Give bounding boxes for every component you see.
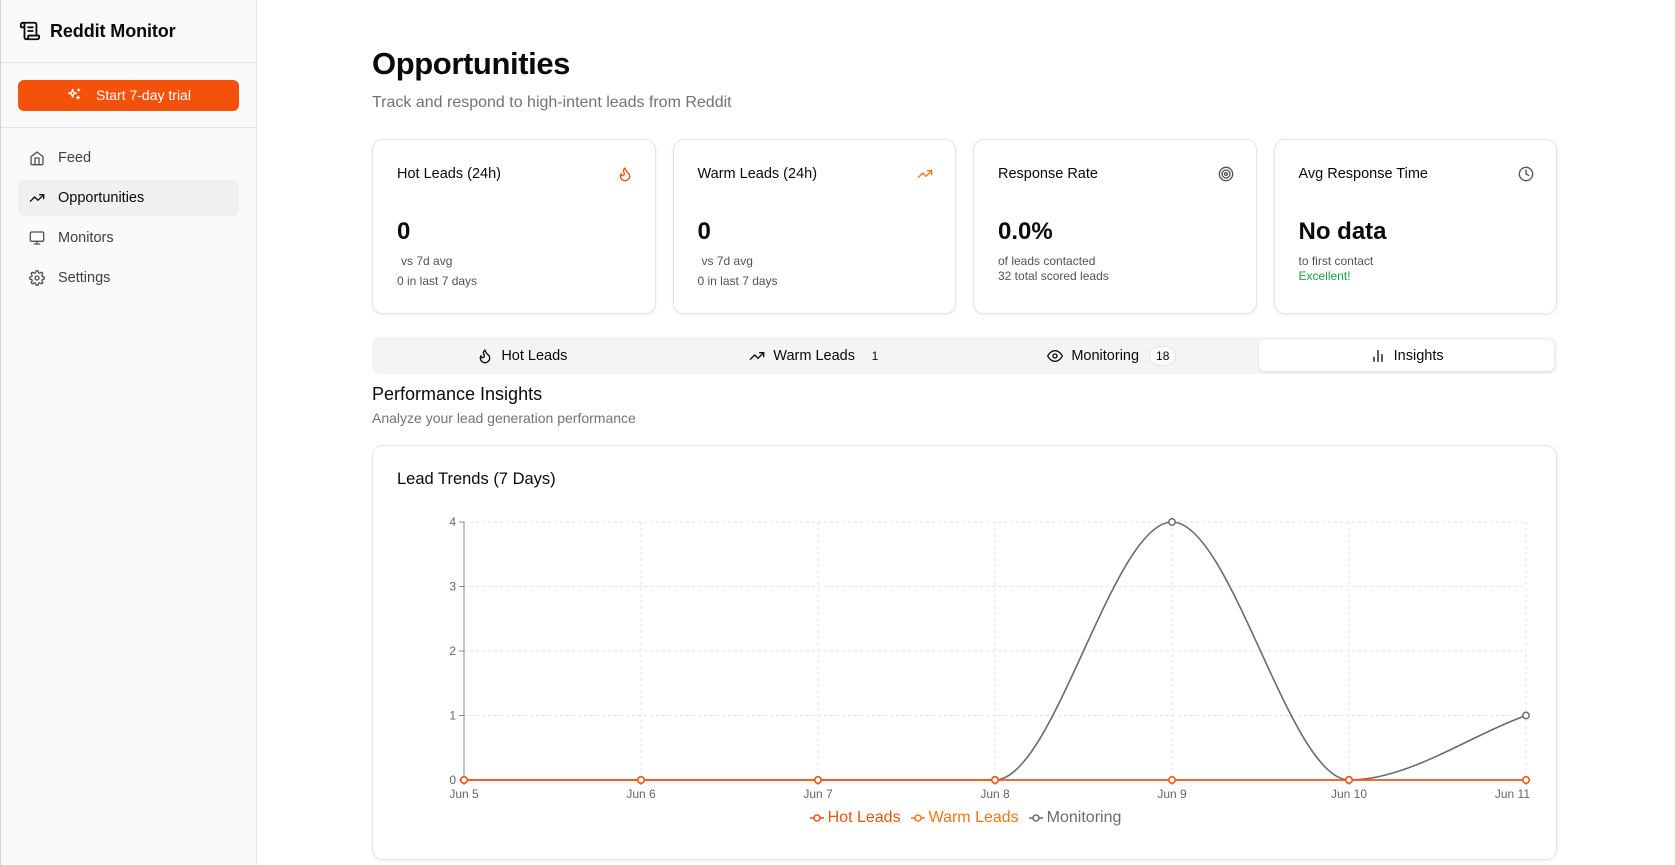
card-value: 0.0%	[998, 218, 1053, 245]
hot-leads-point	[814, 776, 822, 784]
stat-cards: Hot Leads (24h) 0 vs 7d avg 0 in last 7 …	[372, 139, 1557, 314]
lead-trends-chart-card: Lead Trends (7 Days) 0 1 2 3 4 Jun 5 Jun 6 Jun …	[372, 445, 1557, 860]
gear-icon	[29, 270, 45, 286]
x-tick-label: Jun 10	[1331, 787, 1367, 801]
target-icon	[1218, 166, 1234, 182]
page-subtitle: Track and respond to high-intent leads f…	[372, 94, 732, 111]
card-value: 0	[397, 218, 411, 245]
hot-leads-point	[1168, 776, 1176, 784]
sidebar: Reddit Monitor Start 7-day trial Feed Op…	[0, 0, 257, 865]
y-tick-label: 3	[449, 580, 456, 594]
tab-list: Hot Leads Warm Leads 1 Monitoring 18 Ins…	[372, 337, 1557, 374]
flame-icon	[617, 166, 633, 182]
legend-marker	[910, 814, 925, 822]
y-tick-label: 2	[449, 644, 456, 658]
card-value: 0	[697, 218, 711, 245]
x-tick-label: Jun 8	[980, 787, 1010, 801]
count-badge: 18	[1149, 345, 1177, 366]
brand[interactable]: Reddit Monitor	[1, 0, 256, 63]
y-tick-label: 1	[449, 709, 456, 723]
card-comparison: of leads contacted	[998, 254, 1096, 268]
x-tick-label: Jun 9	[1157, 787, 1187, 801]
start-trial-button[interactable]: Start 7-day trial	[18, 79, 239, 111]
x-tick-label: Jun 6	[626, 787, 656, 801]
card-comparison: vs 7d avg	[701, 254, 753, 268]
hot-leads-card: Hot Leads (24h) 0 vs 7d avg 0 in last 7 …	[372, 139, 656, 314]
sidebar-item-monitors[interactable]: Monitors	[18, 220, 239, 256]
sidebar-item-settings[interactable]: Settings	[18, 260, 239, 296]
x-tick-label: Jun 5	[449, 787, 479, 801]
legend-marker	[1028, 814, 1043, 822]
legend-label: Warm Leads	[928, 809, 1019, 826]
sidebar-item-label: Monitors	[58, 230, 114, 246]
tab-warm-leads[interactable]: Warm Leads 1	[670, 340, 965, 371]
sidebar-item-feed[interactable]: Feed	[18, 140, 239, 176]
x-tick-label: Jun 7	[803, 787, 833, 801]
legend-label: Monitoring	[1046, 809, 1122, 826]
sidebar-item-label: Feed	[58, 150, 92, 166]
warm-leads-card: Warm Leads (24h) 0 vs 7d avg 0 in last 7…	[672, 139, 956, 314]
tab-hot-leads[interactable]: Hot Leads	[375, 340, 670, 371]
trending-up-icon	[749, 348, 765, 364]
legend-item-warm-leads[interactable]: Warm Leads	[910, 809, 1019, 827]
card-detail: 32 total scored leads	[998, 269, 1109, 283]
clock-icon	[1518, 166, 1534, 182]
sparkles-icon	[66, 87, 82, 103]
legend-item-hot-leads[interactable]: Hot Leads	[809, 809, 901, 827]
tab-insights[interactable]: Insights	[1259, 340, 1554, 371]
hot-leads-point	[460, 776, 468, 784]
card-title: Hot Leads (24h)	[397, 166, 501, 182]
avg-response-time-card: Avg Response Time No data to first conta…	[1273, 139, 1557, 314]
monitoring-point	[1522, 711, 1530, 720]
trending-up-icon	[917, 166, 933, 182]
card-value: No data	[1298, 218, 1387, 245]
y-tick-label: 4	[449, 515, 456, 529]
eye-icon	[1047, 348, 1064, 364]
response-rate-card: Response Rate 0.0% of leads contacted 32…	[973, 139, 1257, 314]
sidebar-item-label: Opportunities	[58, 190, 145, 206]
hot-leads-point	[1522, 776, 1530, 784]
sidebar-item-opportunities[interactable]: Opportunities	[18, 180, 239, 216]
home-icon	[29, 150, 45, 166]
sidebar-item-label: Settings	[58, 270, 111, 286]
tab-label: Warm Leads	[773, 347, 855, 364]
bar-chart-icon	[1370, 348, 1386, 364]
card-title: Response Rate	[998, 166, 1098, 182]
brand-title: Reddit Monitor	[50, 20, 176, 41]
hot-leads-point	[1345, 776, 1353, 784]
insights-title: Performance Insights	[372, 384, 543, 404]
card-title: Avg Response Time	[1298, 166, 1429, 182]
card-title: Warm Leads (24h)	[697, 166, 818, 182]
tab-monitoring[interactable]: Monitoring 18	[965, 340, 1260, 371]
card-comparison: to first contact	[1298, 254, 1374, 268]
x-tick-label: Jun 11	[1495, 787, 1530, 801]
card-detail: 0 in last 7 days	[697, 274, 778, 288]
legend-marker	[809, 814, 824, 822]
legend-item-monitoring[interactable]: Monitoring	[1028, 809, 1122, 827]
flame-icon	[477, 348, 493, 364]
trending-up-icon	[29, 190, 45, 206]
card-detail: 0 in last 7 days	[397, 274, 478, 288]
hot-leads-point	[991, 776, 999, 784]
page-title: Opportunities	[372, 46, 571, 81]
tab-label: Monitoring	[1071, 347, 1140, 364]
chart-legend: Hot Leads Warm Leads Monitoring	[373, 809, 1558, 827]
legend-label: Hot Leads	[827, 809, 901, 826]
scroll-icon	[19, 20, 41, 42]
start-trial-label: Start 7-day trial	[96, 87, 191, 103]
monitoring-point	[1168, 518, 1176, 526]
count-badge: 1	[871, 348, 879, 363]
lead-trends-chart: 0 1 2 3 4 Jun 5 Jun 6 Jun 7 Jun 8 Jun 9 Jun 10 Jun …	[449, 515, 1530, 801]
hot-leads-point	[637, 776, 645, 784]
card-detail: Excellent!	[1298, 269, 1351, 283]
tab-label: Hot Leads	[501, 347, 568, 364]
tab-label: Insights	[1393, 347, 1444, 364]
y-tick-label: 0	[449, 773, 456, 787]
monitor-icon	[29, 230, 45, 246]
card-comparison: vs 7d avg	[401, 254, 453, 268]
insights-subtitle: Analyze your lead generation performance	[372, 410, 636, 426]
sidebar-nav: Feed Opportunities Monitors Settings	[1, 128, 256, 296]
